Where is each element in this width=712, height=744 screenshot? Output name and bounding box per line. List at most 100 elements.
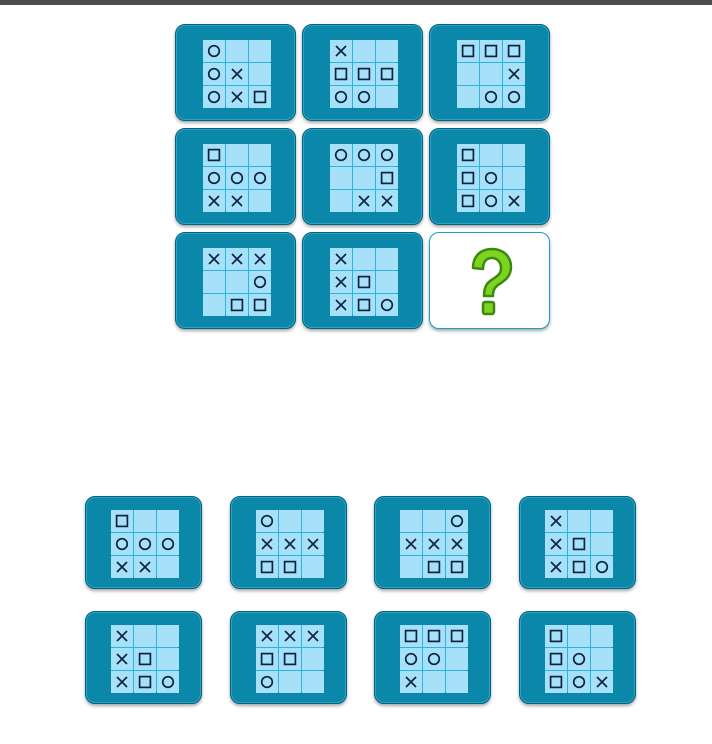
board-cell bbox=[301, 624, 324, 647]
cross-icon bbox=[230, 90, 243, 103]
board-cell bbox=[225, 85, 248, 108]
board-cell bbox=[255, 532, 278, 555]
board-cell bbox=[133, 624, 156, 647]
board-cell bbox=[544, 555, 567, 578]
board-cell bbox=[329, 270, 352, 293]
circle-icon bbox=[380, 148, 393, 161]
board-cell bbox=[255, 555, 278, 578]
cross-icon bbox=[549, 514, 562, 527]
cross-icon bbox=[207, 252, 220, 265]
board-cell bbox=[248, 166, 271, 189]
board-cell bbox=[329, 247, 352, 270]
symbol-board bbox=[456, 39, 525, 108]
cross-icon bbox=[115, 629, 128, 642]
square-icon bbox=[549, 652, 562, 665]
circle-icon bbox=[253, 171, 266, 184]
answer-option[interactable] bbox=[85, 611, 202, 704]
board-cell bbox=[375, 166, 398, 189]
circle-icon bbox=[404, 652, 417, 665]
answer-option[interactable] bbox=[85, 496, 202, 589]
board-cell bbox=[301, 670, 324, 693]
cross-icon bbox=[380, 194, 393, 207]
board-cell bbox=[544, 670, 567, 693]
top-bar bbox=[0, 0, 712, 5]
symbol-board bbox=[399, 624, 468, 693]
square-icon bbox=[334, 67, 347, 80]
board-cell bbox=[567, 532, 590, 555]
board-cell bbox=[225, 270, 248, 293]
square-icon bbox=[549, 675, 562, 688]
board-cell bbox=[352, 247, 375, 270]
board-cell bbox=[479, 85, 502, 108]
board-cell bbox=[225, 143, 248, 166]
square-icon bbox=[461, 194, 474, 207]
board-cell bbox=[248, 39, 271, 62]
board-cell bbox=[255, 670, 278, 693]
answer-option[interactable] bbox=[374, 611, 491, 704]
cross-icon bbox=[253, 252, 266, 265]
answer-option[interactable] bbox=[519, 496, 636, 589]
circle-icon bbox=[161, 537, 174, 550]
board-cell bbox=[352, 166, 375, 189]
board-cell bbox=[422, 509, 445, 532]
board-cell bbox=[502, 39, 525, 62]
puzzle-tile bbox=[175, 128, 296, 225]
cross-icon bbox=[207, 194, 220, 207]
board-cell bbox=[156, 647, 179, 670]
board-cell bbox=[278, 670, 301, 693]
circle-icon bbox=[207, 44, 220, 57]
board-cell bbox=[456, 166, 479, 189]
board-cell bbox=[110, 647, 133, 670]
square-icon bbox=[427, 560, 440, 573]
symbol-board bbox=[544, 509, 613, 578]
answer-option[interactable] bbox=[374, 496, 491, 589]
cross-icon bbox=[334, 298, 347, 311]
circle-icon bbox=[253, 275, 266, 288]
circle-icon bbox=[380, 298, 393, 311]
board-cell bbox=[399, 555, 422, 578]
board-cell bbox=[133, 647, 156, 670]
board-cell bbox=[248, 189, 271, 212]
square-icon bbox=[357, 67, 370, 80]
board-cell bbox=[225, 293, 248, 316]
board-cell bbox=[445, 670, 468, 693]
board-cell bbox=[133, 532, 156, 555]
square-icon bbox=[207, 148, 220, 161]
answer-option[interactable] bbox=[230, 496, 347, 589]
square-icon bbox=[484, 44, 497, 57]
answer-option[interactable] bbox=[230, 611, 347, 704]
board-cell bbox=[278, 532, 301, 555]
board-cell bbox=[445, 509, 468, 532]
board-cell bbox=[255, 647, 278, 670]
board-cell bbox=[255, 509, 278, 532]
board-cell bbox=[502, 143, 525, 166]
square-icon bbox=[260, 652, 273, 665]
board-cell bbox=[352, 85, 375, 108]
answer-option[interactable] bbox=[519, 611, 636, 704]
symbol-board bbox=[329, 143, 398, 212]
board-cell bbox=[375, 39, 398, 62]
cross-icon bbox=[334, 252, 347, 265]
board-cell bbox=[445, 555, 468, 578]
puzzle-tile bbox=[302, 24, 423, 121]
board-cell bbox=[278, 647, 301, 670]
circle-icon bbox=[334, 90, 347, 103]
board-cell bbox=[502, 62, 525, 85]
cross-icon bbox=[507, 194, 520, 207]
board-cell bbox=[278, 509, 301, 532]
circle-icon bbox=[161, 675, 174, 688]
board-cell bbox=[567, 624, 590, 647]
cross-icon bbox=[138, 560, 151, 573]
board-cell bbox=[110, 624, 133, 647]
circle-icon bbox=[427, 652, 440, 665]
square-icon bbox=[253, 90, 266, 103]
board-cell bbox=[375, 247, 398, 270]
board-cell bbox=[352, 143, 375, 166]
cross-icon bbox=[115, 560, 128, 573]
puzzle-tile bbox=[429, 24, 550, 121]
cross-icon bbox=[230, 252, 243, 265]
circle-icon bbox=[138, 537, 151, 550]
board-cell bbox=[445, 647, 468, 670]
board-cell bbox=[375, 270, 398, 293]
square-icon bbox=[283, 652, 296, 665]
